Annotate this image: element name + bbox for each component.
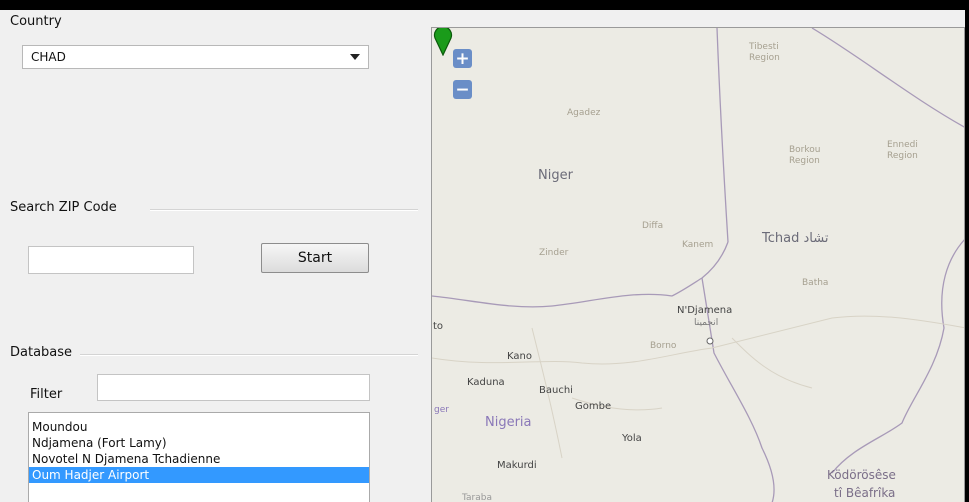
map-label-zinder: Zinder — [539, 248, 569, 258]
chevron-down-icon[interactable] — [350, 54, 360, 60]
database-section-divider — [80, 354, 418, 356]
map-label-niger: Niger — [538, 168, 573, 183]
map-label-diffa: Diffa — [642, 221, 664, 231]
filter-input[interactable] — [97, 374, 370, 401]
start-button[interactable]: Start — [261, 243, 369, 273]
map-label-kodorosese: Ködörösêse — [827, 468, 896, 482]
country-label: Country — [10, 14, 62, 29]
map-label-beafrika: tî Bêafrîka — [834, 486, 896, 500]
zip-section-label: Search ZIP Code — [10, 200, 117, 215]
map-label-to: to — [433, 321, 444, 332]
map-view[interactable]: + − Niger Tchad تشاد Nigeria N'Djamena ا… — [431, 27, 965, 502]
window-right-edge — [965, 0, 969, 502]
map-label-taraba: Taraba — [462, 493, 492, 502]
zip-section-divider — [150, 209, 418, 211]
map-label-ndjamena: N'Djamena — [677, 305, 733, 316]
map-label-kaduna: Kaduna — [467, 377, 505, 388]
map-label-ndjamena-ar: انجمينا — [694, 318, 719, 328]
zip-input[interactable] — [28, 246, 194, 274]
zoom-out-button[interactable]: − — [453, 80, 472, 100]
map-label-batha: Batha — [802, 278, 829, 288]
database-section-label: Database — [10, 345, 73, 360]
map-label-kano: Kano — [507, 351, 532, 362]
map-label-borno: Borno — [650, 341, 677, 351]
map-label-tibesti: Tibesti Region — [749, 42, 780, 63]
map-label-tchad: Tchad تشاد — [762, 231, 829, 246]
map-label-bauchi: Bauchi — [539, 385, 573, 396]
map-label-ennedi: Ennedi Region — [887, 140, 918, 161]
list-item[interactable]: Moundou — [29, 419, 369, 435]
map-label-agadez: Agadez — [567, 108, 601, 118]
map-label-yola: Yola — [622, 433, 642, 444]
map-label-nigeria: Nigeria — [485, 415, 532, 430]
map-label-ger: ger — [434, 405, 449, 415]
map-marker-icon[interactable] — [432, 28, 454, 56]
map-base-layer — [432, 28, 964, 502]
zoom-in-button[interactable]: + — [453, 49, 472, 69]
filter-label: Filter — [30, 387, 63, 402]
window-top-edge — [0, 0, 969, 10]
country-select-value: CHAD — [31, 50, 66, 64]
list-item[interactable]: Ndjamena (Fort Lamy) — [29, 435, 369, 451]
map-label-makurdi: Makurdi — [497, 460, 537, 471]
country-select[interactable]: CHAD — [22, 45, 369, 69]
list-item[interactable]: Novotel N Djamena Tchadienne — [29, 451, 369, 467]
map-label-borkou: Borkou Region — [789, 145, 821, 166]
list-item-selected[interactable]: Oum Hadjer Airport — [29, 467, 369, 483]
database-listbox[interactable]: Moundou Ndjamena (Fort Lamy) Novotel N D… — [28, 412, 370, 502]
map-label-gombe: Gombe — [575, 401, 612, 412]
city-dot-icon — [706, 337, 714, 345]
map-label-kanem: Kanem — [682, 240, 714, 250]
